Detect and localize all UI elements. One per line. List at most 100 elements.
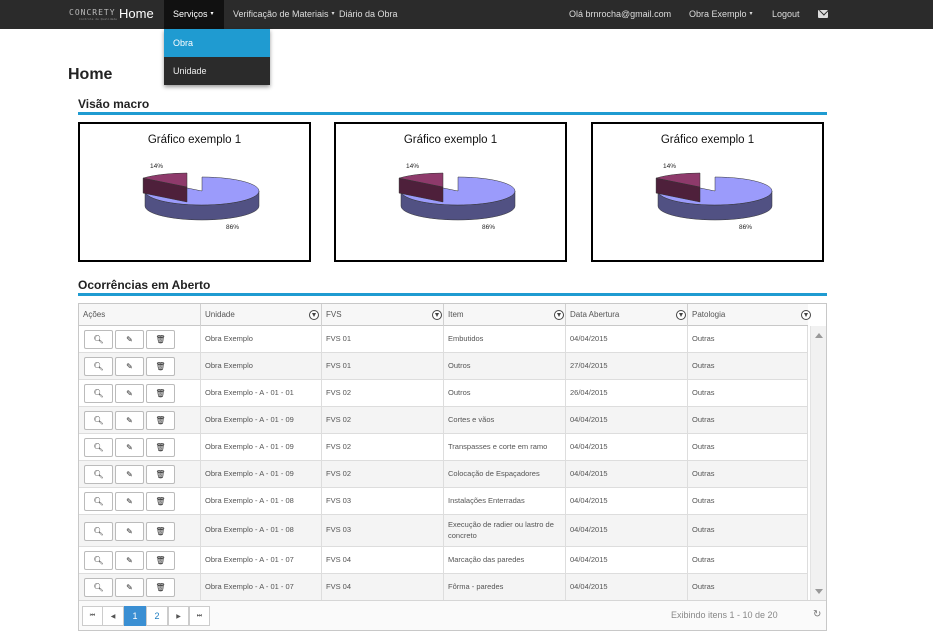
cell-fvs: FVS 02 [322,461,444,487]
pie-label-small: 14% [150,163,163,170]
view-button[interactable]: 🔍︎ [84,384,113,403]
cell-unidade: Obra Exemplo - A - 01 - 09 [201,407,322,433]
pie-chart-1: 14% 86% [142,163,260,231]
project-selector[interactable]: Obra Exemplo ▾ [689,0,753,29]
table-row[interactable]: 🔍︎ ✎ 🗑︎ Obra Exemplo - A - 01 - 07 FVS 04 Fôr… [79,574,808,601]
table-row[interactable]: 🔍︎ ✎ 🗑︎ Obra Exemplo - A - 01 - 01 FVS 02 Out… [79,380,808,407]
cell-item: Cortes e vãos [444,407,566,433]
column-header-item[interactable]: Item [444,304,566,326]
logo-text: CONCRETY [69,8,116,17]
column-header-patologia[interactable]: Patologia [688,304,816,326]
grid-scrollbar[interactable] [810,326,826,600]
brand-logo[interactable]: CONCRETY Controle de Qualidade [69,8,117,21]
pie-label-small: 14% [406,163,419,170]
trash-icon: 🗑︎ [155,361,166,371]
table-row[interactable]: 🔍︎ ✎ 🗑︎ Obra Exemplo - A - 01 - 08 FVS 03 Ins… [79,488,808,515]
section-title-macro: Visão macro [78,97,150,111]
column-header-acoes: Ações [79,304,201,326]
pie-label-large: 86% [482,224,495,231]
cell-unidade: Obra Exemplo [201,326,322,352]
view-button[interactable]: 🔍︎ [84,578,113,597]
view-button[interactable]: 🔍︎ [84,330,113,349]
edit-button[interactable]: ✎ [115,522,144,541]
edit-button[interactable]: ✎ [115,578,144,597]
filter-icon[interactable] [554,310,564,320]
cell-item: Colocação de Espaçadores [444,461,566,487]
dropdown-item-unidade[interactable]: Unidade [164,57,270,85]
cell-fvs: FVS 03 [322,515,444,546]
table-row[interactable]: 🔍︎ ✎ 🗑︎ Obra Exemplo - A - 01 - 09 FVS 02 Cor… [79,407,808,434]
menu-verificacao-materiais[interactable]: Verificação de Materiais ▾ [233,0,335,29]
prev-page-button[interactable]: ◀ [102,606,124,626]
cell-data-abertura: 04/04/2015 [566,434,688,460]
edit-button[interactable]: ✎ [115,492,144,511]
cell-unidade: Obra Exemplo - A - 01 - 09 [201,434,322,460]
edit-button[interactable]: ✎ [115,384,144,403]
cell-item: Instalações Enterradas [444,488,566,514]
table-row[interactable]: 🔍︎ ✎ 🗑︎ Obra Exemplo - A - 01 - 09 FVS 02 Tra… [79,434,808,461]
scroll-down-icon[interactable] [815,589,823,594]
cell-fvs: FVS 01 [322,353,444,379]
menu-servicos[interactable]: Serviços ▾ [164,0,224,29]
page-2-button[interactable]: 2 [146,606,168,626]
table-row[interactable]: 🔍︎ ✎ 🗑︎ Obra Exemplo - A - 01 - 09 FVS 02 Col… [79,461,808,488]
column-header-fvs[interactable]: FVS [322,304,444,326]
first-page-button[interactable]: ⏮ [82,606,103,626]
cell-patologia: Outras [688,353,808,379]
view-button[interactable]: 🔍︎ [84,551,113,570]
dropdown-item-obra[interactable]: Obra [164,29,270,57]
delete-button[interactable]: 🗑︎ [146,578,175,597]
menu-diario-obra[interactable]: Diário da Obra [339,0,398,29]
logout-link[interactable]: Logout [772,0,800,29]
cell-actions: 🔍︎ ✎ 🗑︎ [79,380,201,406]
delete-button[interactable]: 🗑︎ [146,522,175,541]
next-page-button[interactable]: ▶ [168,606,189,626]
column-header-unidade[interactable]: Unidade [201,304,322,326]
filter-icon[interactable] [309,310,319,320]
user-greeting[interactable]: Olá brnrocha@gmail.com [569,0,671,29]
delete-button[interactable]: 🗑︎ [146,492,175,511]
edit-button[interactable]: ✎ [115,330,144,349]
table-row[interactable]: 🔍︎ ✎ 🗑︎ Obra Exemplo - A - 01 - 07 FVS 04 Mar… [79,547,808,574]
last-page-button[interactable]: ⏭ [189,606,210,626]
filter-icon[interactable] [432,310,442,320]
delete-button[interactable]: 🗑︎ [146,465,175,484]
edit-button[interactable]: ✎ [115,411,144,430]
filter-icon[interactable] [801,310,811,320]
table-row[interactable]: 🔍︎ ✎ 🗑︎ Obra Exemplo FVS 01 Outros 27/04/2015 O… [79,353,808,380]
pie-label-large: 86% [739,224,752,231]
delete-button[interactable]: 🗑︎ [146,411,175,430]
cell-actions: 🔍︎ ✎ 🗑︎ [79,353,201,379]
filter-icon[interactable] [676,310,686,320]
edit-button[interactable]: ✎ [115,357,144,376]
scroll-up-icon[interactable] [815,333,823,338]
section-divider [78,112,827,115]
delete-button[interactable]: 🗑︎ [146,384,175,403]
view-button[interactable]: 🔍︎ [84,465,113,484]
edit-button[interactable]: ✎ [115,551,144,570]
delete-button[interactable]: 🗑︎ [146,438,175,457]
view-button[interactable]: 🔍︎ [84,492,113,511]
view-button[interactable]: 🔍︎ [84,411,113,430]
chevron-down-icon: ▾ [210,11,214,18]
edit-button[interactable]: ✎ [115,438,144,457]
delete-button[interactable]: 🗑︎ [146,330,175,349]
envelope-icon[interactable] [818,10,828,18]
delete-button[interactable]: 🗑︎ [146,551,175,570]
refresh-icon[interactable]: ↻ [813,609,821,620]
column-header-data-abertura[interactable]: Data Abertura [566,304,688,326]
cell-unidade: Obra Exemplo - A - 01 - 08 [201,488,322,514]
page-1-button[interactable]: 1 [124,606,146,626]
trash-icon: 🗑︎ [155,496,166,506]
delete-button[interactable]: 🗑︎ [146,357,175,376]
home-link[interactable]: Home [119,6,154,21]
view-button[interactable]: 🔍︎ [84,438,113,457]
cell-data-abertura: 27/04/2015 [566,353,688,379]
page-title: Home [68,66,113,83]
view-button[interactable]: 🔍︎ [84,522,113,541]
table-row[interactable]: 🔍︎ ✎ 🗑︎ Obra Exemplo FVS 01 Embutidos 04/04/20… [79,326,808,353]
table-row[interactable]: 🔍︎ ✎ 🗑︎ Obra Exemplo - A - 01 - 08 FVS 03 Exe… [79,515,808,547]
edit-button[interactable]: ✎ [115,465,144,484]
cell-unidade: Obra Exemplo [201,353,322,379]
view-button[interactable]: 🔍︎ [84,357,113,376]
